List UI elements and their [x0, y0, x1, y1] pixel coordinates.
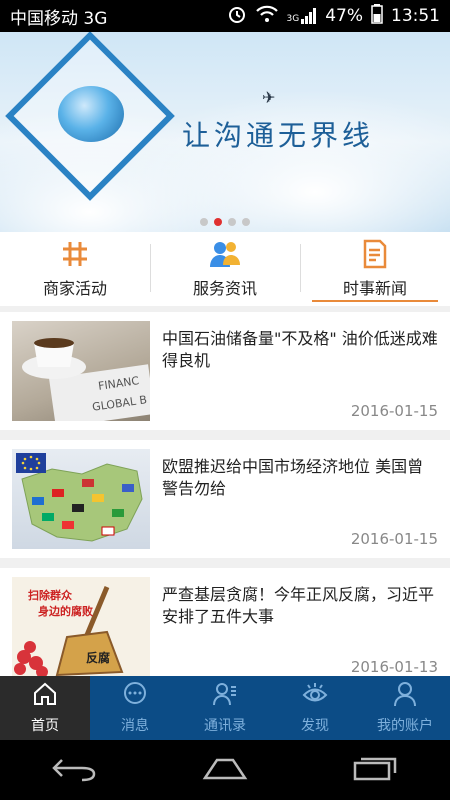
globe-icon: [58, 86, 124, 142]
signal-icon: 3G: [287, 8, 318, 24]
nav-home[interactable]: 首页: [0, 676, 90, 740]
thumbnail-caption: 扫除群众: [28, 589, 72, 602]
hash-icon: [59, 239, 91, 269]
nav-messages[interactable]: 消息: [90, 676, 180, 740]
nav-contacts[interactable]: 通讯录: [180, 676, 270, 740]
network-type-label: 3G: [286, 14, 300, 24]
banner-slogan: 让沟通无界线: [182, 119, 375, 152]
status-bar: 中国移动 3G 3G 47% 13:51: [0, 0, 450, 32]
carousel-dot[interactable]: [200, 218, 208, 226]
nav-label: 首页: [31, 718, 59, 734]
home-button-icon[interactable]: [201, 754, 249, 786]
tab-label: 时事新闻: [342, 279, 407, 298]
news-date: 2016-01-15: [350, 530, 438, 548]
news-title: 严查基层贪腐！今年正风反腐，习近平安排了五件大事: [162, 585, 435, 626]
news-item[interactable]: 扫除群众 身边的腐败 反腐 严查基层贪腐！今年正风反腐，习近平安排了五件大事 2…: [0, 568, 450, 676]
tab-service-info[interactable]: 服务资讯: [150, 232, 300, 306]
airplane-icon: ✈: [262, 88, 276, 107]
back-icon[interactable]: [51, 754, 98, 786]
news-item[interactable]: FINANC GLOBAL B 中国石油储备量"不及格" 油价低迷成难得良机 2…: [0, 312, 450, 430]
wifi-icon: [255, 4, 279, 29]
news-title: 欧盟推迟给中国市场经济地位 美国曾警告勿给: [162, 457, 424, 498]
banner-carousel[interactable]: ✈ 让沟通无界线: [0, 32, 450, 232]
bottom-tab-bar: 首页 消息 通讯录 发现 我的账户: [0, 676, 450, 740]
chat-icon: [122, 681, 148, 711]
news-thumbnail: [12, 449, 150, 549]
news-date: 2016-01-15: [350, 402, 438, 420]
nav-discover[interactable]: 发现: [270, 676, 360, 740]
people-icon: [209, 239, 241, 269]
battery-percent: 47%: [325, 6, 363, 26]
news-list: FINANC GLOBAL B 中国石油储备量"不及格" 油价低迷成难得良机 2…: [0, 312, 450, 676]
category-tabs: 商家活动 服务资讯 时事新闻: [0, 232, 450, 306]
battery-icon: [371, 3, 383, 29]
tab-label: 服务资讯: [192, 279, 257, 298]
carousel-dot[interactable]: [242, 218, 250, 226]
status-icons: 3G 47% 13:51: [227, 3, 440, 29]
clock-label: 13:51: [391, 6, 440, 26]
home-icon: [32, 681, 58, 711]
tab-active-indicator: [312, 300, 438, 302]
carrier-label: 中国移动 3G: [10, 8, 108, 29]
recent-apps-icon[interactable]: [352, 754, 398, 786]
news-thumbnail: 扫除群众 身边的腐败 反腐: [12, 577, 150, 676]
europe-map-icon: [16, 453, 143, 542]
nav-label: 消息: [121, 718, 149, 734]
news-body: 中国石油储备量"不及格" 油价低迷成难得良机 2016-01-15: [150, 312, 450, 430]
document-icon: [359, 239, 391, 269]
tab-merchant-activities[interactable]: 商家活动: [0, 232, 150, 306]
news-title: 中国石油储备量"不及格" 油价低迷成难得良机: [162, 329, 438, 370]
news-body: 欧盟推迟给中国市场经济地位 美国曾警告勿给 2016-01-15: [150, 440, 450, 558]
eye-icon: [302, 681, 328, 711]
carousel-dot-active[interactable]: [214, 218, 222, 226]
system-navigation-bar: [0, 740, 450, 800]
news-item[interactable]: 欧盟推迟给中国市场经济地位 美国曾警告勿给 2016-01-15: [0, 440, 450, 558]
news-date: 2016-01-13: [350, 658, 438, 676]
nav-label: 我的账户: [377, 718, 433, 734]
carousel-indicator: [0, 218, 450, 226]
alarm-icon: [227, 4, 247, 29]
tab-current-news[interactable]: 时事新闻: [300, 232, 450, 306]
news-body: 严查基层贪腐！今年正风反腐，习近平安排了五件大事 2016-01-13: [150, 568, 450, 676]
contacts-icon: [212, 681, 238, 711]
tab-label: 商家活动: [42, 279, 107, 298]
user-icon: [392, 681, 418, 711]
nav-my-account[interactable]: 我的账户: [360, 676, 450, 740]
nav-label: 发现: [301, 718, 329, 734]
thumbnail-caption: 身边的腐败: [38, 605, 93, 618]
news-thumbnail: FINANC GLOBAL B: [12, 321, 150, 421]
nav-label: 通讯录: [204, 718, 246, 734]
carousel-dot[interactable]: [228, 218, 236, 226]
thumbnail-caption: 反腐: [86, 651, 111, 665]
